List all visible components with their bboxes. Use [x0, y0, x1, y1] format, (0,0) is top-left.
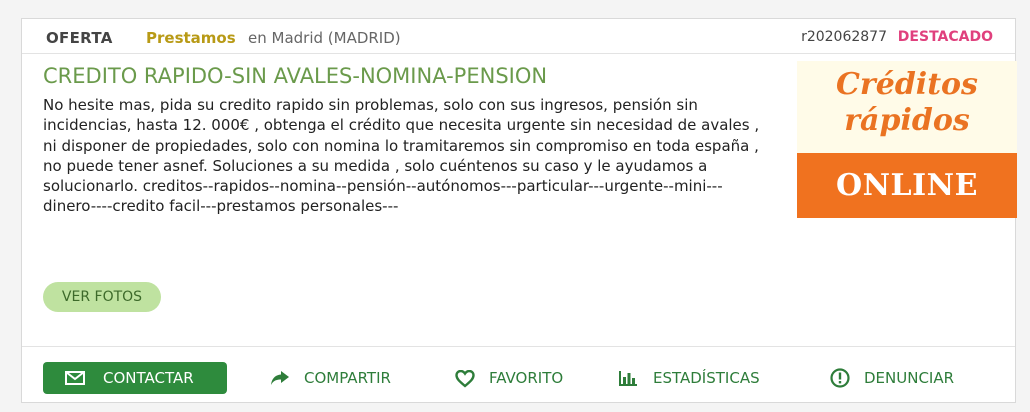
- action-bar: CONTACTAR COMPARTIR FAVORITO ESTADÍSTICA…: [22, 346, 1015, 405]
- category-link[interactable]: Prestamos: [146, 29, 236, 47]
- promo-image-top: Créditos rápidos: [797, 61, 1017, 153]
- listing-title[interactable]: CREDITO RAPIDO-SIN AVALES-NOMINA-PENSION: [43, 64, 547, 88]
- reference-code: r202062877: [801, 29, 887, 45]
- share-arrow-icon: [271, 371, 289, 385]
- bar-chart-icon: [619, 371, 637, 386]
- share-label: COMPARTIR: [304, 369, 391, 387]
- promo-online-banner: ONLINE: [797, 153, 1017, 218]
- contact-button[interactable]: CONTACTAR: [43, 362, 227, 394]
- offer-type-label: OFERTA: [46, 29, 113, 47]
- promo-line-1: Créditos: [836, 67, 978, 102]
- promo-line-2: rápidos: [844, 103, 970, 138]
- alert-circle-icon: [830, 368, 850, 388]
- contact-button-label: CONTACTAR: [103, 369, 194, 387]
- statistics-label: ESTADÍSTICAS: [653, 369, 760, 387]
- location-text: en Madrid (MADRID): [248, 29, 401, 47]
- promo-image[interactable]: Créditos rápidos ONLINE: [797, 61, 1017, 218]
- featured-badge: DESTACADO: [897, 29, 993, 45]
- view-photos-button[interactable]: VER FOTOS: [43, 282, 161, 312]
- report-label: DENUNCIAR: [864, 369, 955, 387]
- listing-header: OFERTA Prestamos en Madrid (MADRID) r202…: [22, 19, 1015, 54]
- heart-icon: [455, 370, 475, 388]
- listing-card: OFERTA Prestamos en Madrid (MADRID) r202…: [21, 18, 1017, 405]
- listing-description: No hesite mas, pida su credito rapido si…: [43, 96, 760, 216]
- envelope-icon: [65, 371, 85, 385]
- favorite-label: FAVORITO: [489, 369, 564, 387]
